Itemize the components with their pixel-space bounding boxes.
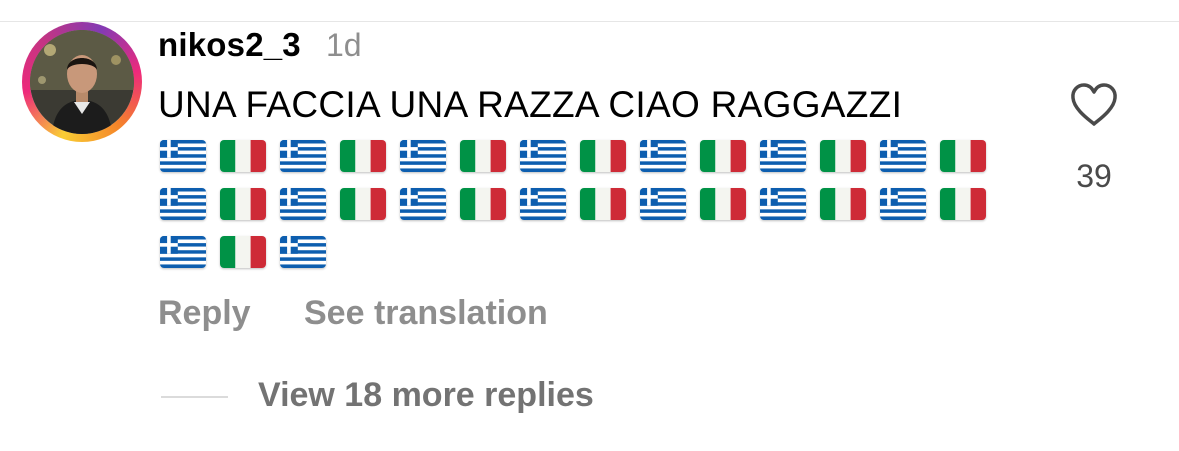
greece-flag (760, 188, 806, 220)
see-translation-button[interactable]: See translation (304, 294, 548, 333)
italy-flag (580, 140, 626, 172)
comment-timestamp: 1d (326, 27, 362, 63)
flag-row (160, 228, 1010, 276)
comment-username[interactable]: nikos2_3 (158, 26, 301, 64)
greece-flag (520, 188, 566, 220)
italy-flag (220, 236, 266, 268)
italy-flag (340, 140, 386, 172)
view-more-replies-button[interactable]: View 18 more replies (258, 376, 594, 415)
greece-flag (400, 140, 446, 172)
greece-flag (520, 140, 566, 172)
italy-flag (700, 140, 746, 172)
like-button[interactable] (1069, 82, 1119, 128)
greece-flag (880, 188, 926, 220)
italy-flag (580, 188, 626, 220)
comment-text: UNA FACCIA UNA RAZZA CIAO RAGGAZZI (158, 84, 903, 125)
story-ring-avatar[interactable] (22, 22, 142, 142)
italy-flag (460, 140, 506, 172)
greece-flag (640, 188, 686, 220)
greece-flag (160, 236, 206, 268)
greece-flag (280, 188, 326, 220)
avatar (30, 30, 134, 134)
greece-flag (280, 140, 326, 172)
heart-icon (1071, 83, 1117, 126)
flag-row (160, 180, 1010, 228)
greece-flag (160, 140, 206, 172)
italy-flag (220, 188, 266, 220)
greece-flag (760, 140, 806, 172)
greece-flag (400, 188, 446, 220)
italy-flag (460, 188, 506, 220)
italy-flag (820, 140, 866, 172)
greece-flag (160, 188, 206, 220)
reply-button[interactable]: Reply (158, 294, 251, 333)
flag-emoji-block (160, 132, 1010, 276)
italy-flag (700, 188, 746, 220)
avatar-photo (30, 30, 134, 134)
replies-divider-line (161, 396, 228, 398)
italy-flag (820, 188, 866, 220)
italy-flag (220, 140, 266, 172)
top-divider (0, 21, 1179, 22)
greece-flag (640, 140, 686, 172)
greece-flag (880, 140, 926, 172)
italy-flag (940, 188, 986, 220)
italy-flag (340, 188, 386, 220)
flag-row (160, 132, 1010, 180)
like-count: 39 (1076, 158, 1112, 194)
greece-flag (280, 236, 326, 268)
italy-flag (940, 140, 986, 172)
